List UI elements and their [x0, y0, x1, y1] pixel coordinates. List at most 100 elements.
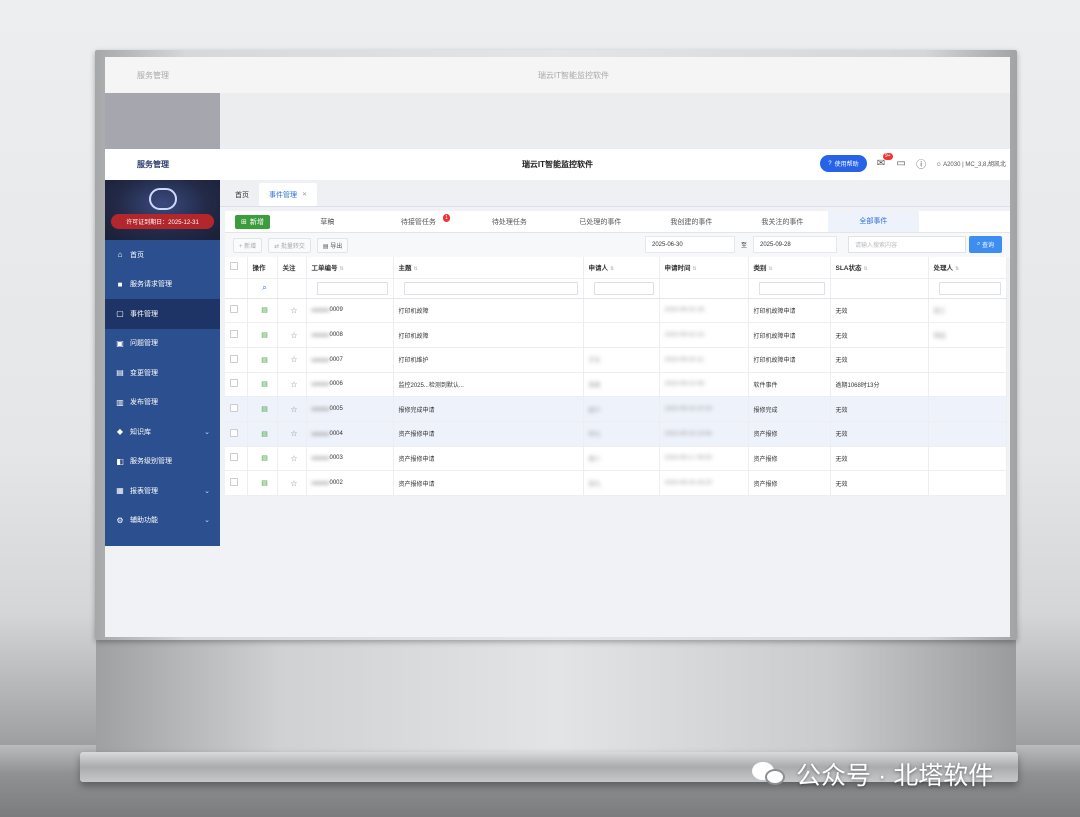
- subtab-draft[interactable]: 草稿: [282, 217, 373, 227]
- chat-icon[interactable]: ▭: [896, 158, 907, 169]
- table-row[interactable]: ▤ ☆ ▬▬▬0004 资产报修申请 孙七 2025-09-18 14:45 资产报修 无效: [225, 421, 1007, 447]
- row-checkbox[interactable]: [230, 379, 238, 388]
- star-icon[interactable]: ☆: [290, 479, 297, 488]
- subtab-followed[interactable]: 我关注的事件: [737, 217, 828, 227]
- sidebar-item-report[interactable]: ▦ 报表管理 ⌄: [105, 476, 220, 506]
- edit-doc-icon[interactable]: ▤: [261, 332, 268, 339]
- tools-icon: ⚙: [116, 515, 124, 525]
- tab-bar: 首页 事件管理 ✕: [220, 180, 1010, 207]
- search-icon[interactable]: ⌕: [262, 283, 266, 292]
- col-header[interactable]: 处理人 ⇅: [928, 257, 1007, 279]
- ticket-number[interactable]: ▬▬▬0006: [306, 372, 394, 398]
- date-to-input[interactable]: 2025-09-28: [753, 236, 837, 253]
- monitor-screen: 服务管理 瑞云IT智能监控软件 服务管理 瑞云IT智能监控软件 ? 使用帮助 ✉ 9+…: [105, 57, 1010, 637]
- add-button[interactable]: + 新增: [233, 237, 263, 253]
- export-button[interactable]: ▤ 导出: [316, 237, 349, 253]
- subtab-all[interactable]: 全部事件: [827, 211, 919, 232]
- table-row[interactable]: ▤ ☆ ▬▬▬0003 资产报修申请 周八 2025-09-17 09:30 资产报修 无效: [225, 446, 1007, 472]
- ticket-number[interactable]: ▬▬▬0007: [306, 347, 394, 373]
- export-label: 导出: [330, 243, 343, 250]
- info-icon[interactable]: ⓘ: [916, 158, 927, 171]
- subtab-created[interactable]: 我创建的事件: [646, 217, 737, 227]
- ticket-subject[interactable]: 打印机故障: [393, 298, 584, 324]
- filter-input[interactable]: [316, 281, 388, 295]
- row-checkbox[interactable]: [230, 330, 238, 339]
- subtab-pending-process[interactable]: 待处理任务: [464, 217, 555, 227]
- star-icon[interactable]: ☆: [290, 306, 297, 315]
- table-row[interactable]: ▤ ☆ ▬▬▬0007 打印机维护 王五 2025-09-24 11: 打印机故障申请 无效: [225, 347, 1007, 373]
- ticket-subject[interactable]: 打印机维护: [393, 347, 584, 373]
- search-button[interactable]: ⌕ 查询: [969, 236, 1002, 253]
- sidebar-item-tools[interactable]: ⚙ 辅助功能 ⌄: [105, 506, 220, 536]
- table-row[interactable]: ▤ ☆ ▬▬▬0009 打印机故障 2025-09-25 16: 打印机故障申请 无效 张三: [225, 298, 1007, 324]
- sidebar-item-home[interactable]: ⌂ 首页: [105, 240, 220, 270]
- ticket-number[interactable]: ▬▬▬0009: [306, 298, 394, 324]
- filter-input[interactable]: [938, 281, 1001, 295]
- star-icon[interactable]: ☆: [290, 405, 297, 414]
- ticket-subject[interactable]: 监控2025...检测到默认...: [393, 372, 584, 398]
- row-checkbox[interactable]: [230, 305, 238, 314]
- edit-doc-icon[interactable]: ▤: [261, 381, 268, 388]
- col-header[interactable]: 主题 ⇅: [393, 257, 584, 279]
- ticket-subject[interactable]: 资产报修申请: [393, 446, 584, 472]
- sidebar-item-problem[interactable]: ▣ 问题管理: [105, 329, 220, 359]
- row-checkbox[interactable]: [230, 478, 238, 487]
- sidebar-item-incident[interactable]: ▢ 事件管理: [105, 299, 220, 329]
- edit-doc-icon[interactable]: ▤: [261, 307, 268, 314]
- edit-doc-icon[interactable]: ▤: [261, 357, 268, 364]
- ticket-subject[interactable]: 资产报修申请: [393, 470, 584, 496]
- row-checkbox[interactable]: [230, 354, 238, 363]
- sidebar-item-sla[interactable]: ◧ 服务级别管理: [105, 447, 220, 477]
- ticket-number[interactable]: ▬▬▬0002: [306, 470, 394, 496]
- filter-input[interactable]: [403, 281, 578, 295]
- sidebar-item-knowledge[interactable]: ◆ 知识库 ⌄: [105, 417, 220, 447]
- mail-icon[interactable]: ✉ 9+: [876, 153, 893, 169]
- tab-incident[interactable]: 事件管理 ✕: [259, 183, 318, 206]
- sidebar-item-release[interactable]: ▥ 发布管理: [105, 388, 220, 418]
- select-all-checkbox[interactable]: [225, 257, 248, 279]
- help-button[interactable]: ? 使用帮助: [820, 155, 867, 172]
- col-header[interactable]: 申请时间 ⇅: [659, 257, 749, 279]
- tab-home[interactable]: 首页: [225, 183, 259, 206]
- ticket-subject[interactable]: 报修完成申请: [393, 396, 584, 422]
- star-icon[interactable]: ☆: [290, 331, 297, 340]
- edit-doc-icon[interactable]: ▤: [261, 480, 268, 487]
- star-icon[interactable]: ☆: [290, 454, 297, 463]
- ticket-number[interactable]: ▬▬▬0005: [306, 396, 394, 422]
- date-from-input[interactable]: 2025-06-30: [645, 236, 735, 253]
- close-icon[interactable]: ✕: [302, 191, 307, 198]
- ticket-number[interactable]: ▬▬▬0008: [306, 322, 394, 348]
- table-row[interactable]: ▤ ☆ ▬▬▬0006 监控2025...检测到默认... 系统 2025-09-23 0…: [225, 372, 1007, 398]
- row-checkbox[interactable]: [230, 453, 238, 462]
- new-button[interactable]: ⊞ 新增: [235, 214, 270, 229]
- search-label: 查询: [982, 243, 995, 249]
- search-input[interactable]: 请输入搜索内容: [848, 236, 966, 253]
- edit-doc-icon[interactable]: ▤: [261, 455, 268, 462]
- ticket-number[interactable]: ▬▬▬0003: [306, 446, 394, 472]
- col-header[interactable]: 工单编号 ⇅: [306, 257, 394, 279]
- row-checkbox[interactable]: [230, 404, 238, 413]
- edit-doc-icon[interactable]: ▤: [261, 406, 268, 413]
- ticket-subject[interactable]: 资产报修申请: [393, 421, 584, 447]
- table-row[interactable]: ▤ ☆ ▬▬▬0008 打印机故障 2025-09-25 15: 打印机故障申请 无效 李四: [225, 322, 1007, 348]
- star-icon[interactable]: ☆: [290, 355, 297, 364]
- filter-input[interactable]: [593, 281, 654, 295]
- user-info[interactable]: ☺ A2030 | MC_3,8,胡凯北: [936, 159, 1006, 168]
- table-row[interactable]: ▤ ☆ ▬▬▬0002 资产报修申请 吴九 2025-09-16 16:20 资产报修 无效: [225, 470, 1007, 496]
- row-checkbox[interactable]: [230, 428, 238, 437]
- col-header[interactable]: 类别 ⇅: [748, 257, 831, 279]
- sidebar-item-change[interactable]: ▤ 变更管理: [105, 358, 220, 388]
- table-row[interactable]: ▤ ☆ ▬▬▬0005 报修完成申请 赵六 2025-09-19 10:19 报修完成 无效: [225, 396, 1007, 422]
- filter-input[interactable]: [758, 281, 825, 295]
- ticket-subject[interactable]: 打印机故障: [393, 322, 584, 348]
- subtab-pending-takeover[interactable]: 待接管任务 1: [373, 213, 464, 227]
- col-header[interactable]: 申请人 ⇅: [583, 257, 660, 279]
- star-icon[interactable]: ☆: [290, 429, 297, 438]
- subtab-processed[interactable]: 已处理的事件: [555, 217, 646, 227]
- ticket-number[interactable]: ▬▬▬0004: [306, 421, 394, 447]
- star-icon[interactable]: ☆: [290, 380, 297, 389]
- col-header[interactable]: SLA状态 ⇅: [830, 257, 929, 279]
- sidebar-item-service-request[interactable]: ■ 服务请求管理: [105, 270, 220, 300]
- edit-doc-icon[interactable]: ▤: [261, 431, 268, 438]
- batch-transfer-button[interactable]: ⇄ 批量转交: [268, 237, 311, 253]
